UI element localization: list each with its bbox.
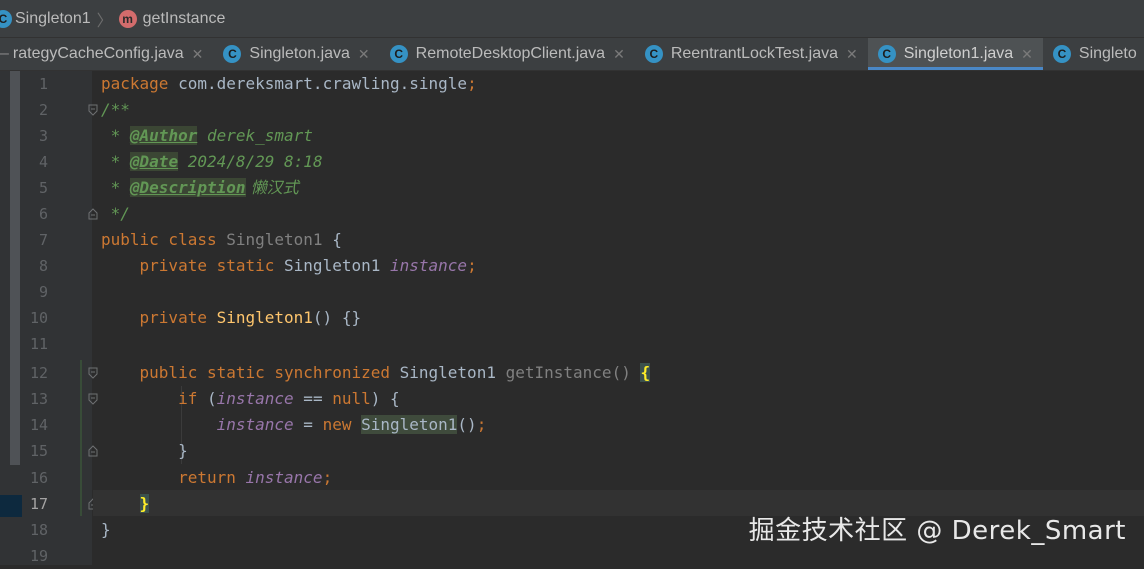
code-line-2: /** [101, 100, 130, 119]
line-number: 14 [29, 416, 48, 434]
code-line-1: package com.dereksmart.crawling.single; [101, 74, 477, 93]
line-number: 8 [38, 257, 48, 275]
tab-label: Singleton.java [249, 45, 350, 62]
code-line-6: */ [101, 204, 130, 223]
line-number: 1 [38, 75, 48, 93]
class-icon: C [0, 9, 12, 28]
close-icon[interactable]: ✕ [846, 46, 858, 63]
class-icon: C [223, 45, 242, 63]
vcs-change-marker[interactable] [80, 360, 82, 516]
code-line-5: * @Description 懒汉式 [101, 178, 299, 197]
watermark: 掘金技术社区 @ Derek_Smart [748, 516, 1126, 546]
code-line-14: instance = new Singleton1(); [216, 415, 487, 434]
code-line-15: } [101, 441, 188, 460]
tab-singleton[interactable]: C Singleton.java ✕ [213, 38, 379, 70]
line-number: 15 [29, 442, 48, 460]
class-icon: C [1052, 45, 1071, 63]
line-numbers: 1 2 3 4 5 6 7 8 9 10 11 12 13 14 15 16 1… [22, 71, 48, 565]
chevron-right-icon: 〉 [96, 12, 113, 30]
line-number: 12 [29, 364, 48, 382]
code-line-4: * @Date 2024/8/29 8:18 [101, 152, 323, 171]
close-icon[interactable]: ✕ [613, 46, 625, 63]
line-number: 5 [38, 179, 48, 197]
tab-strategy-cache-config[interactable]: rategyCacheConfig.java ✕ [11, 38, 214, 70]
line-number: 3 [38, 127, 48, 145]
dash-icon: – [0, 45, 9, 62]
close-icon[interactable]: ✕ [1021, 46, 1033, 63]
code-line-3: * @Author derek_smart [101, 126, 313, 145]
line-number: 7 [38, 231, 48, 249]
line-number: 9 [38, 283, 48, 301]
code-line-10: private Singleton1() {} [101, 308, 362, 327]
code-line-17: } [139, 494, 150, 513]
line-number: 11 [29, 335, 48, 353]
scroll-marker [0, 495, 22, 517]
breadcrumb-class-label: Singleton1 [15, 9, 91, 27]
code-editor[interactable]: 1 2 3 4 5 6 7 8 9 10 11 12 13 14 15 16 1… [0, 71, 1144, 565]
code-line-13: if (instance == null) { [101, 389, 400, 408]
code-line-16: return instance; [101, 468, 333, 487]
line-number: 13 [29, 390, 48, 408]
tab-reentrant-lock-test[interactable]: C ReentrantLockTest.java ✕ [635, 38, 868, 70]
breadcrumb-class[interactable]: C Singleton1 [0, 9, 91, 28]
tab-remote-desktop-client[interactable]: C RemoteDesktopClient.java ✕ [380, 38, 635, 70]
current-line-number: 17 [29, 495, 48, 513]
close-icon[interactable]: ✕ [192, 46, 204, 63]
line-number: 18 [29, 521, 48, 539]
code-line-7: public class Singleton1 { [101, 230, 342, 249]
line-number: 19 [29, 547, 48, 565]
close-icon[interactable]: ✕ [358, 46, 370, 63]
code-line-18: } [101, 520, 111, 539]
method-icon: m [118, 9, 137, 28]
line-number: 16 [29, 469, 48, 487]
breadcrumb: C Singleton1 〉 m getInstance [0, 0, 1144, 38]
class-icon: C [877, 45, 896, 63]
tab-singleton1[interactable]: C Singleton1.java ✕ [867, 38, 1044, 70]
breadcrumb-method-label: getInstance [142, 9, 226, 27]
tab-singleton-partial[interactable]: C Singleto [1043, 38, 1144, 70]
class-icon: C [644, 45, 663, 63]
tab-label: rategyCacheConfig.java [12, 45, 184, 62]
line-number: 2 [38, 101, 48, 119]
class-icon: C [389, 45, 408, 63]
tab-label: RemoteDesktopClient.java [415, 45, 606, 62]
editor-tab-bar: – rategyCacheConfig.java ✕ C Singleton.j… [0, 38, 1144, 71]
tab-label: Singleto [1078, 45, 1137, 62]
code-area[interactable]: package com.dereksmart.crawling.single; … [93, 71, 1144, 565]
scrollbar-thumb[interactable] [10, 71, 20, 465]
line-number: 10 [29, 309, 48, 327]
breadcrumb-method[interactable]: m getInstance [118, 9, 226, 28]
tab-label: ReentrantLockTest.java [670, 45, 839, 62]
code-line-8: private static Singleton1 instance; [101, 256, 477, 275]
code-line-12: public static synchronized Singleton1 ge… [101, 363, 651, 382]
line-number: 6 [38, 205, 48, 223]
line-number: 4 [38, 153, 48, 171]
vertical-scrollbar[interactable] [0, 71, 22, 565]
tab-label: Singleton1.java [903, 45, 1014, 62]
